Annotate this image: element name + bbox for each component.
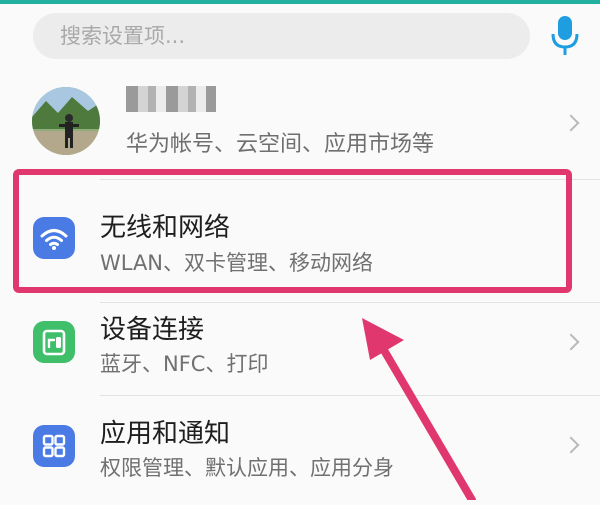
- annotation-arrow: [362, 318, 476, 500]
